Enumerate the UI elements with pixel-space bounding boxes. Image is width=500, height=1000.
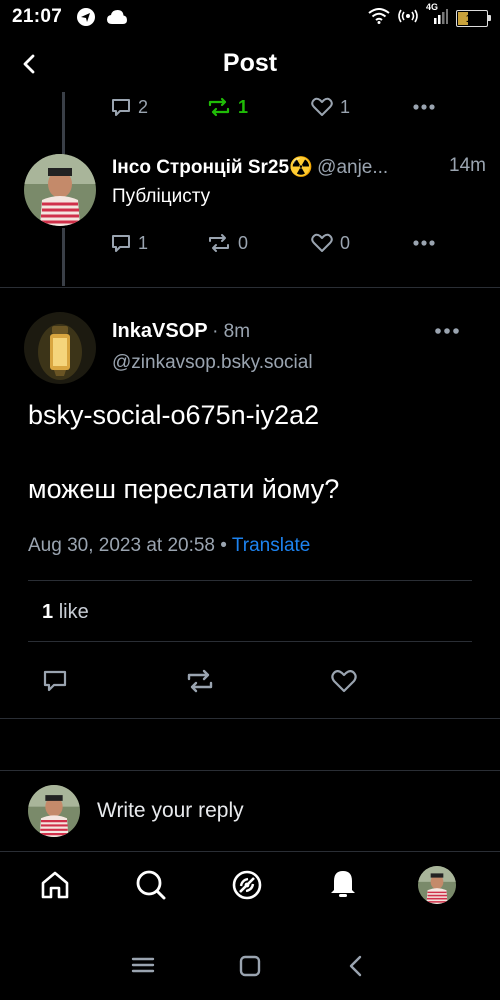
nav-search[interactable]	[134, 868, 168, 902]
wifi-icon	[368, 8, 390, 29]
main-post: InkaVSOP · 8m @zinkavsop.bsky.social bsk…	[0, 288, 500, 718]
home-square-icon	[239, 955, 261, 977]
heart-icon	[311, 233, 333, 252]
reply-button[interactable]	[42, 668, 68, 694]
repost-button[interactable]	[184, 668, 216, 694]
notifications-icon	[331, 871, 355, 897]
meta-separator: •	[215, 535, 232, 556]
more-icon	[413, 240, 435, 246]
avatar[interactable]	[24, 312, 96, 384]
status-bar: 21:07 4G 17	[0, 0, 500, 36]
system-home-button[interactable]	[238, 954, 262, 983]
reply-composer[interactable]: Write your reply	[0, 771, 500, 851]
bottom-nav	[0, 852, 500, 922]
more-options-button[interactable]	[412, 232, 436, 254]
divider	[28, 580, 472, 581]
feeds-icon	[232, 870, 262, 900]
reply-button[interactable]: 2	[110, 96, 148, 118]
battery-icon: 17	[456, 10, 491, 27]
likes-count: 1	[42, 601, 54, 623]
likes-label: like	[58, 601, 89, 623]
home-icon	[41, 871, 69, 899]
like-button[interactable]: 0	[310, 232, 350, 254]
system-menu-button[interactable]	[130, 954, 156, 981]
heart-icon	[311, 97, 333, 116]
header: Post	[0, 36, 500, 92]
repost-button[interactable]: 1	[206, 96, 248, 118]
repost-button[interactable]: 0	[206, 232, 248, 254]
main-post-header: InkaVSOP · 8m	[112, 320, 250, 343]
status-right: 4G 17	[368, 2, 491, 29]
reply-button[interactable]: 1	[110, 232, 148, 254]
divider	[28, 641, 472, 642]
author-name[interactable]: InkaVSOP	[112, 320, 208, 342]
repost-icon	[208, 97, 230, 117]
divider	[0, 718, 500, 719]
search-icon	[136, 870, 166, 900]
post-text: Публіцисту	[112, 186, 211, 207]
status-left-icons	[76, 7, 128, 32]
nav-profile[interactable]	[418, 866, 456, 904]
status-time: 21:07	[12, 6, 63, 27]
avatar	[28, 785, 80, 837]
more-options-button[interactable]	[434, 320, 460, 347]
comment-icon	[112, 235, 130, 252]
battery-level: 17	[465, 12, 479, 25]
translate-link[interactable]: Translate	[232, 535, 311, 556]
author-handle[interactable]: @anje...	[317, 157, 388, 178]
likes-summary[interactable]: 1 like	[42, 601, 89, 624]
heart-icon	[331, 670, 357, 693]
signal-icon: 4G	[426, 2, 448, 29]
cloud-icon	[106, 9, 128, 30]
reply-post[interactable]: Інсо Стронцій Sr25☢️ @anje... 14m Публіц…	[0, 150, 500, 286]
reply-count: 1	[138, 232, 149, 253]
reply-post-header: Інсо Стронцій Sr25☢️ @anje... 14m	[112, 155, 488, 179]
comment-icon	[43, 670, 67, 692]
repost-icon	[187, 669, 213, 693]
author-name[interactable]: Інсо Стронцій Sr25☢️	[112, 157, 313, 178]
more-options-button[interactable]	[412, 96, 436, 118]
repost-count: 1	[238, 96, 249, 117]
back-triangle-icon	[349, 955, 362, 977]
avatar[interactable]	[24, 154, 96, 226]
like-button[interactable]: 1	[310, 96, 350, 118]
post-meta: Aug 30, 2023 at 20:58 • Translate	[28, 535, 310, 557]
comment-icon	[112, 99, 130, 116]
page-title: Post	[222, 49, 278, 77]
more-icon	[413, 104, 435, 110]
system-back-button[interactable]	[344, 954, 368, 983]
location-icon	[76, 7, 96, 32]
nav-home[interactable]	[38, 868, 72, 902]
hotspot-icon	[398, 9, 418, 28]
profile-avatar	[418, 866, 456, 904]
reply-input-placeholder[interactable]: Write your reply	[97, 799, 244, 823]
post-text-line2: можеш переслати йому?	[28, 474, 340, 504]
reply-post-actions: 1 0 0	[0, 232, 500, 262]
like-count: 1	[340, 96, 351, 117]
repost-count: 0	[238, 232, 249, 253]
like-count: 0	[340, 232, 351, 253]
reply-count: 2	[138, 96, 149, 117]
more-icon	[435, 328, 459, 334]
menu-icon	[131, 957, 155, 973]
nav-feeds[interactable]	[230, 868, 264, 902]
nav-notifications[interactable]	[326, 866, 360, 900]
post-time: · 8m	[212, 321, 251, 342]
post-time: 14m	[449, 155, 486, 176]
like-button[interactable]	[330, 668, 358, 694]
author-handle[interactable]: @zinkavsop.bsky.social	[112, 352, 313, 374]
repost-icon	[209, 234, 229, 252]
post-text-line1: bsky-social-o675n-iy2a2	[28, 400, 320, 430]
system-nav	[0, 940, 500, 996]
parent-post-actions: 2 1 1	[0, 96, 500, 126]
post-timestamp: Aug 30, 2023 at 20:58	[28, 535, 215, 556]
network-type: 4G	[426, 2, 439, 12]
main-post-actions	[0, 668, 500, 700]
